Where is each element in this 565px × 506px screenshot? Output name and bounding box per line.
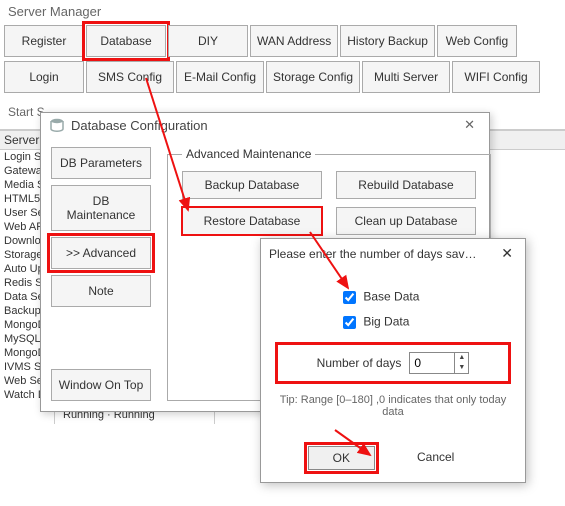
base-data-checkbox[interactable]: Base Data xyxy=(339,288,507,307)
window-on-top-button[interactable]: Window On Top xyxy=(51,369,151,401)
ok-button[interactable]: OK xyxy=(308,446,375,470)
base-data-input[interactable] xyxy=(343,291,356,304)
big-data-checkbox[interactable]: Big Data xyxy=(339,313,507,332)
login-button[interactable]: Login xyxy=(4,61,84,93)
days-input[interactable] xyxy=(410,353,454,373)
advanced-button[interactable]: >> Advanced xyxy=(51,237,151,269)
big-data-input[interactable] xyxy=(343,316,356,329)
database-button[interactable]: Database xyxy=(86,25,166,57)
spinner-up-icon[interactable]: ▲ xyxy=(455,353,468,363)
wifi-config-button[interactable]: WIFI Config xyxy=(452,61,540,93)
storage-config-button[interactable]: Storage Config xyxy=(266,61,360,93)
register-button[interactable]: Register xyxy=(4,25,84,57)
base-data-label: Base Data xyxy=(363,290,419,304)
db-parameters-button[interactable]: DB Parameters xyxy=(51,147,151,179)
dialog-nav: DB Parameters DB Maintenance >> Advanced… xyxy=(51,147,151,401)
big-data-label: Big Data xyxy=(363,315,409,329)
note-button[interactable]: Note xyxy=(51,275,151,307)
wan-address-button[interactable]: WAN Address xyxy=(250,25,338,57)
web-config-button[interactable]: Web Config xyxy=(437,25,517,57)
toolbar-row-1: Register Database DIY WAN Address Histor… xyxy=(0,23,565,59)
tip-text: Tip: Range [0–180] ,0 indicates that onl… xyxy=(279,394,507,418)
db-maintenance-button[interactable]: DB Maintenance xyxy=(51,185,151,231)
popup-title: Please enter the number of days sav… xyxy=(269,247,476,261)
spinner-down-icon[interactable]: ▼ xyxy=(455,363,468,373)
close-icon[interactable]: ✕ xyxy=(458,117,481,133)
popup-close-icon[interactable]: ✕ xyxy=(497,245,517,262)
history-backup-button[interactable]: History Backup xyxy=(340,25,435,57)
multi-server-button[interactable]: Multi Server xyxy=(362,61,450,93)
toolbar-row-2: Login SMS Config E-Mail Config Storage C… xyxy=(0,59,565,95)
number-of-days-label: Number of days xyxy=(317,356,402,370)
rebuild-database-button[interactable]: Rebuild Database xyxy=(336,171,476,199)
advanced-legend: Advanced Maintenance xyxy=(182,147,315,161)
dialog-title: Database Configuration xyxy=(71,118,208,133)
days-popup: Please enter the number of days sav… ✕ B… xyxy=(260,238,526,483)
cancel-button[interactable]: Cancel xyxy=(393,446,478,470)
cleanup-database-button[interactable]: Clean up Database xyxy=(336,207,476,235)
days-spinner[interactable]: ▲ ▼ xyxy=(409,352,469,374)
restore-database-button[interactable]: Restore Database xyxy=(182,207,322,235)
database-icon xyxy=(49,117,65,133)
window-title: Server Manager xyxy=(0,0,565,23)
sms-config-button[interactable]: SMS Config xyxy=(86,61,174,93)
diy-button[interactable]: DIY xyxy=(168,25,248,57)
backup-database-button[interactable]: Backup Database xyxy=(182,171,322,199)
email-config-button[interactable]: E-Mail Config xyxy=(176,61,264,93)
